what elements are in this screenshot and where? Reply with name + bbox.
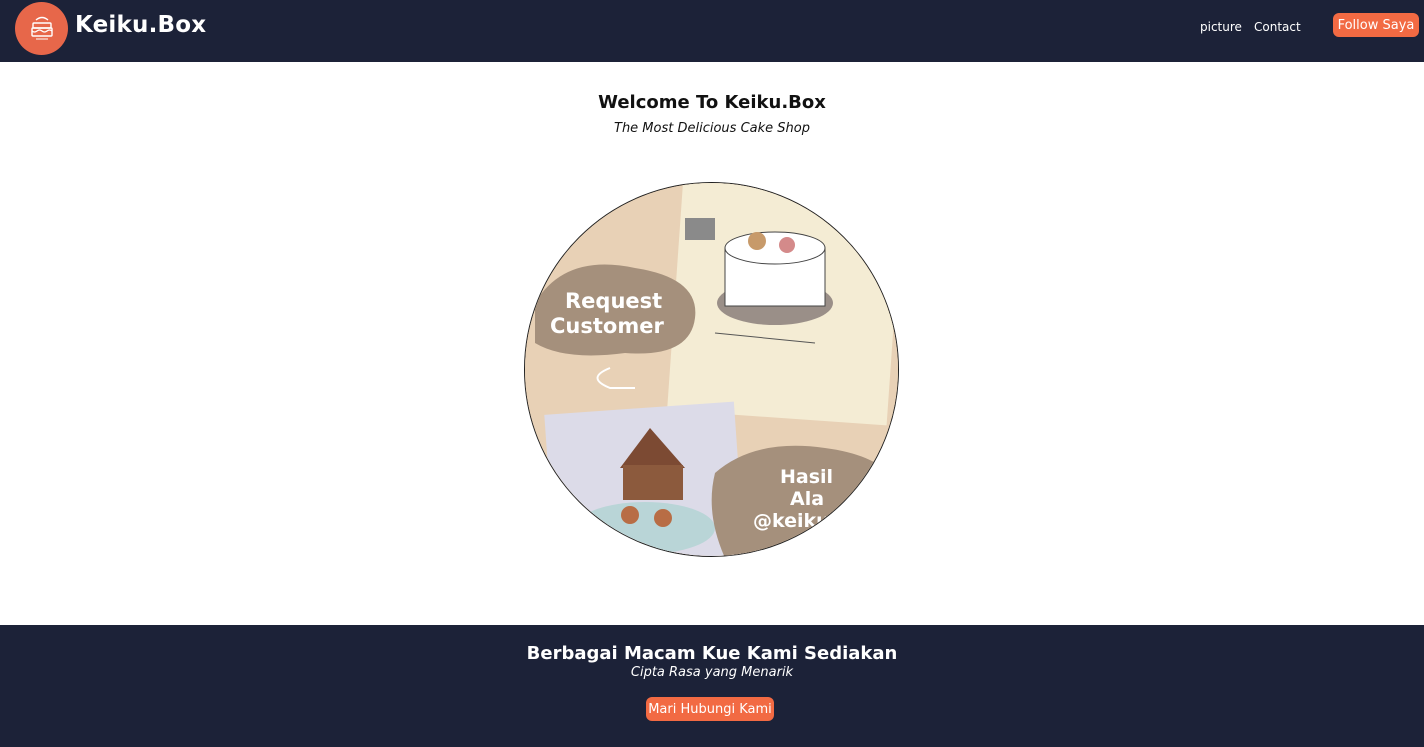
footer-banner: Berbagai Macam Kue Kami Sediakan Cipta R… [0, 625, 1424, 747]
follow-button[interactable]: Follow Saya [1333, 13, 1419, 37]
footer-subtitle: Cipta Rasa yang Menarik [630, 665, 794, 680]
nav-link-picture[interactable]: picture [1200, 20, 1242, 34]
hero-subtitle: The Most Delicious Cake Shop [614, 121, 810, 136]
cake-logo-icon [30, 16, 53, 39]
nav-link-contact[interactable]: Contact [1254, 20, 1301, 34]
hero-title: Welcome To Keiku.Box [598, 92, 826, 113]
contact-button[interactable]: Mari Hubungi Kami [646, 697, 774, 721]
navbar: Keiku.Box picture Contact Follow Saya [0, 0, 1424, 62]
image-text-request: Request [565, 289, 662, 313]
logo[interactable] [15, 2, 68, 55]
image-text-ala: Ala [790, 488, 824, 510]
image-text-hasil: Hasil [780, 466, 833, 488]
hero-cake-image: Request Customer Hasil Ala @keiku [524, 182, 899, 557]
image-text-handle: @keiku [753, 510, 830, 532]
image-text-customer: Customer [550, 314, 664, 338]
brand-name[interactable]: Keiku.Box [75, 12, 206, 38]
footer-title: Berbagai Macam Kue Kami Sediakan [526, 643, 898, 664]
